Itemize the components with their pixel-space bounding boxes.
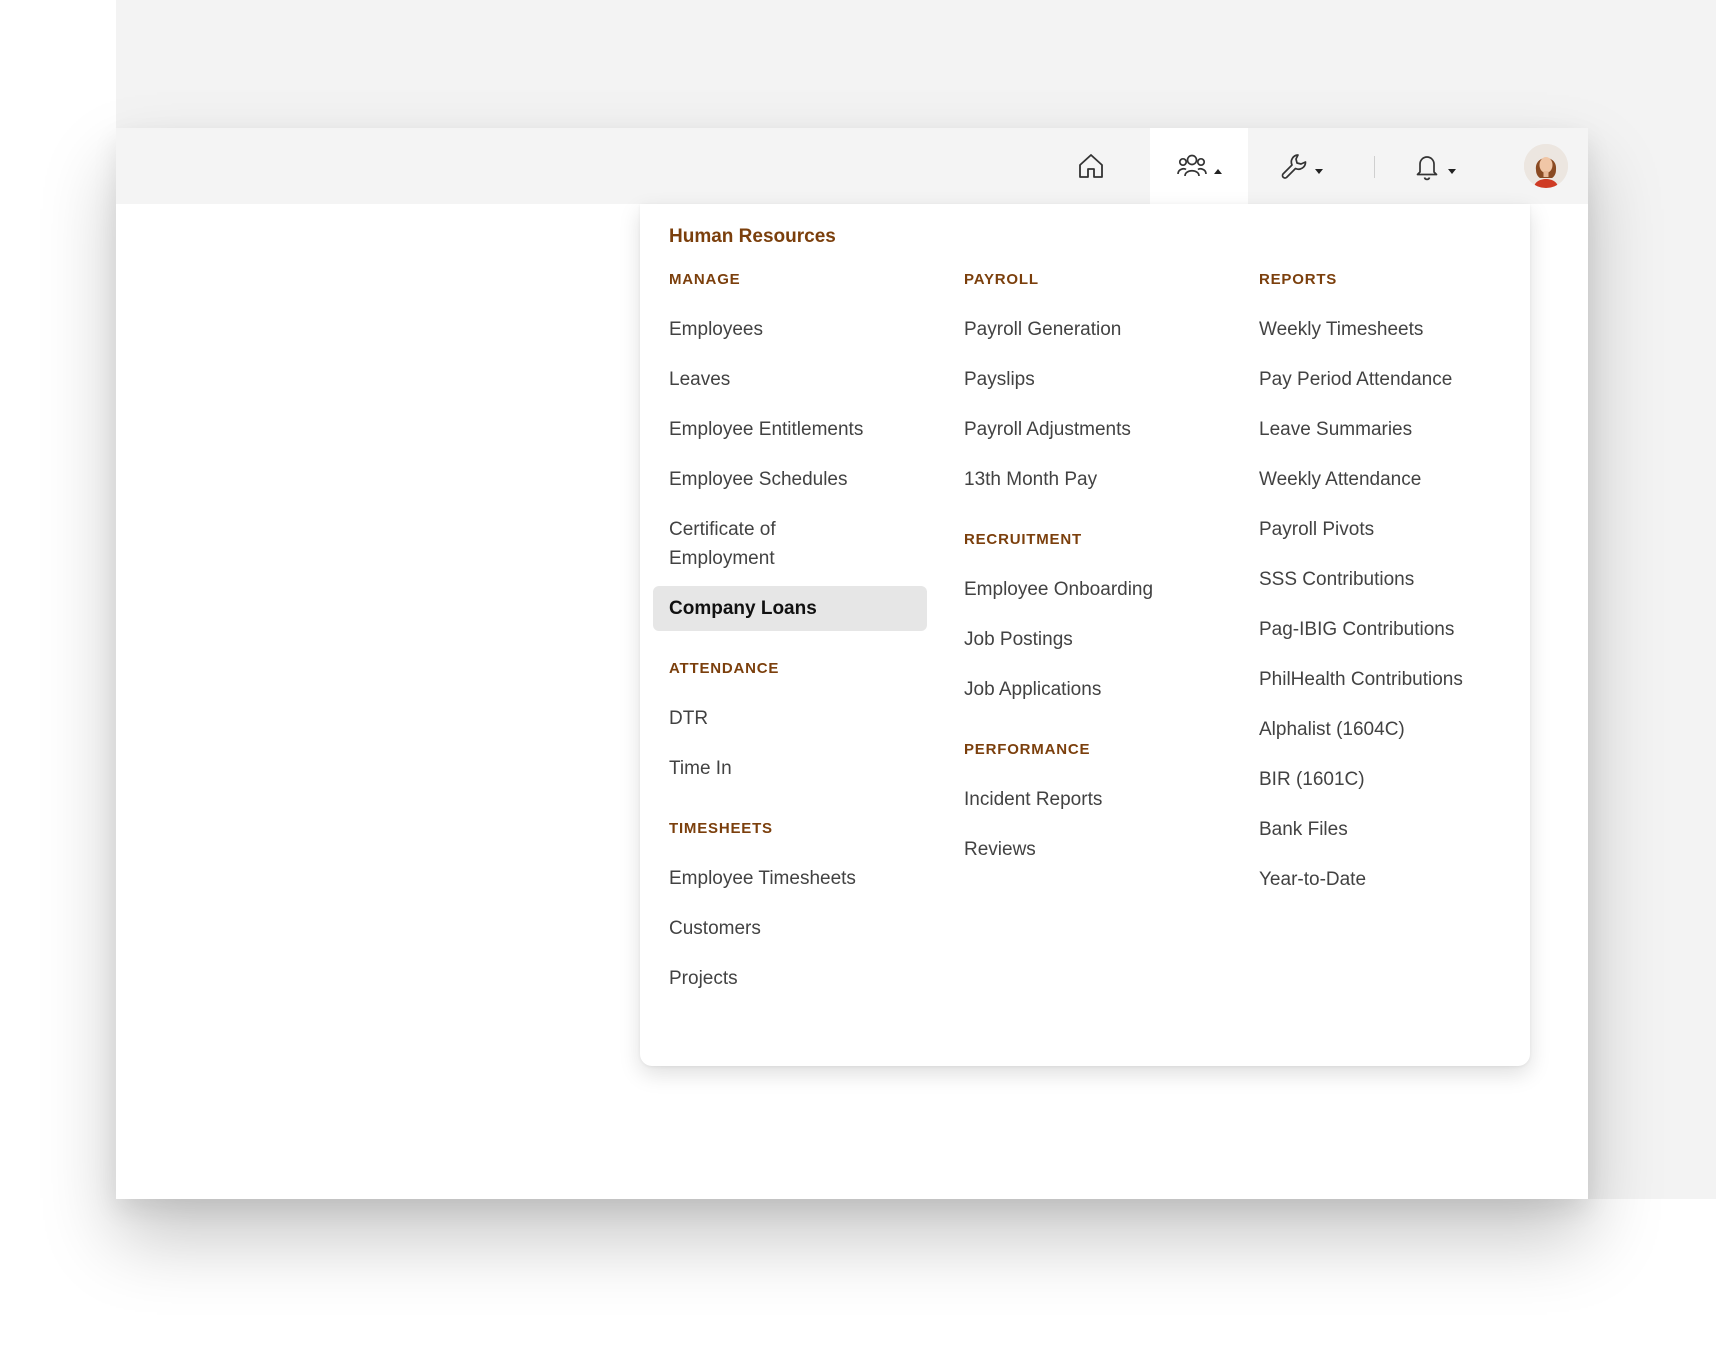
- menu-item-alphalist-1604c[interactable]: Alphalist (1604C): [1259, 715, 1509, 744]
- menu-item-sss-contributions[interactable]: SSS Contributions: [1259, 565, 1509, 594]
- menu-column-payroll: PAYROLL Payroll Generation Payslips Payr…: [964, 269, 1239, 885]
- dropdown-title: Human Resources: [669, 226, 836, 247]
- menu-item-leaves[interactable]: Leaves: [669, 365, 919, 394]
- menu-item-weekly-timesheets[interactable]: Weekly Timesheets: [1259, 315, 1509, 344]
- caret-down-icon: [1448, 168, 1456, 174]
- users-icon: [1176, 151, 1208, 181]
- menu-item-payroll-generation[interactable]: Payroll Generation: [964, 315, 1214, 344]
- section-heading-payroll: PAYROLL: [964, 271, 1039, 288]
- menu-item-pay-period-attendance[interactable]: Pay Period Attendance: [1259, 365, 1509, 394]
- menu-item-certificate-of-employment[interactable]: Certificate of Employment: [669, 515, 859, 573]
- home-icon: [1076, 151, 1106, 181]
- caret-up-icon: [1214, 168, 1222, 174]
- section-heading-timesheets: TIMESHEETS: [669, 820, 773, 837]
- section-heading-performance: PERFORMANCE: [964, 741, 1091, 758]
- menu-item-payslips[interactable]: Payslips: [964, 365, 1214, 394]
- menu-item-customers[interactable]: Customers: [669, 914, 919, 943]
- section-heading-recruitment: RECRUITMENT: [964, 531, 1082, 548]
- menu-item-employee-entitlements[interactable]: Employee Entitlements: [669, 415, 919, 444]
- menu-item-employee-timesheets[interactable]: Employee Timesheets: [669, 864, 919, 893]
- menu-item-bir-1601c[interactable]: BIR (1601C): [1259, 765, 1509, 794]
- menu-item-payroll-pivots[interactable]: Payroll Pivots: [1259, 515, 1509, 544]
- caret-down-icon: [1315, 168, 1323, 174]
- tools-menu-button[interactable]: [1248, 128, 1354, 204]
- menu-column-reports: REPORTS Weekly Timesheets Pay Period Att…: [1259, 269, 1519, 915]
- wrench-icon: [1279, 151, 1309, 181]
- menu-item-job-postings[interactable]: Job Postings: [964, 625, 1214, 654]
- top-navbar: [116, 128, 1588, 204]
- menu-item-job-applications[interactable]: Job Applications: [964, 675, 1214, 704]
- menu-item-bank-files[interactable]: Bank Files: [1259, 815, 1509, 844]
- menu-item-employee-onboarding[interactable]: Employee Onboarding: [964, 575, 1214, 604]
- menu-item-company-loans[interactable]: Company Loans: [653, 586, 927, 631]
- menu-item-philhealth-contributions[interactable]: PhilHealth Contributions: [1259, 665, 1509, 694]
- menu-item-dtr[interactable]: DTR: [669, 704, 919, 733]
- menu-item-payroll-adjustments[interactable]: Payroll Adjustments: [964, 415, 1214, 444]
- menu-item-employees[interactable]: Employees: [669, 315, 919, 344]
- nav-divider: [1374, 156, 1375, 178]
- menu-item-weekly-attendance[interactable]: Weekly Attendance: [1259, 465, 1509, 494]
- human-resources-dropdown: Human Resources MANAGE Employees Leaves …: [640, 204, 1530, 1066]
- section-heading-attendance: ATTENDANCE: [669, 660, 780, 677]
- bell-icon: [1412, 151, 1442, 181]
- section-heading-reports: REPORTS: [1259, 271, 1338, 288]
- menu-item-incident-reports[interactable]: Incident Reports: [964, 785, 1214, 814]
- menu-item-employee-schedules[interactable]: Employee Schedules: [669, 465, 919, 494]
- menu-item-reviews[interactable]: Reviews: [964, 835, 1214, 864]
- menu-item-13th-month-pay[interactable]: 13th Month Pay: [964, 465, 1214, 494]
- avatar[interactable]: [1524, 144, 1568, 188]
- app-window: Human Resources MANAGE Employees Leaves …: [116, 128, 1588, 1199]
- menu-item-pag-ibig-contributions[interactable]: Pag-IBIG Contributions: [1259, 615, 1509, 644]
- menu-column-manage: MANAGE Employees Leaves Employee Entitle…: [653, 269, 944, 1014]
- section-heading-manage: MANAGE: [669, 271, 741, 288]
- menu-item-leave-summaries[interactable]: Leave Summaries: [1259, 415, 1509, 444]
- notifications-button[interactable]: [1380, 128, 1488, 204]
- menu-item-time-in[interactable]: Time In: [669, 754, 919, 783]
- home-button[interactable]: [1056, 128, 1126, 204]
- human-resources-menu-button[interactable]: [1150, 128, 1248, 204]
- menu-item-projects[interactable]: Projects: [669, 964, 919, 993]
- menu-item-year-to-date[interactable]: Year-to-Date: [1259, 865, 1509, 894]
